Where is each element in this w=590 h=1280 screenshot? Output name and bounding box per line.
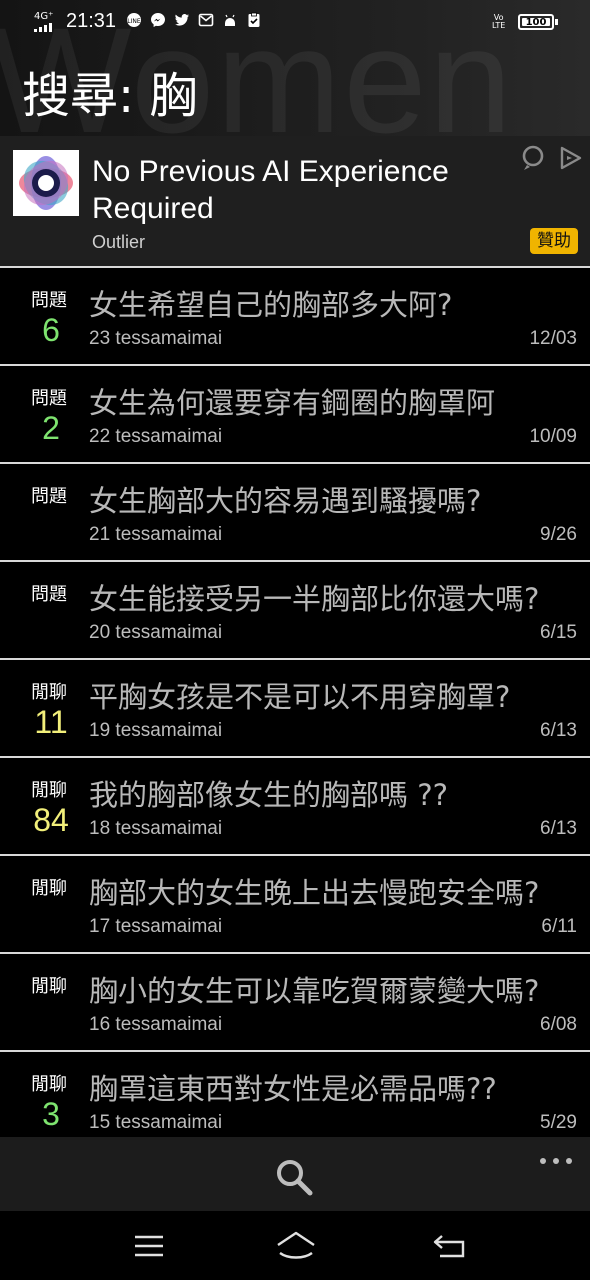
post-meta: 18 tessamaimai <box>89 818 223 839</box>
android-icon <box>222 12 238 33</box>
post-type: 問題 <box>31 584 67 605</box>
post-date: 6/11 <box>541 916 577 937</box>
list-item[interactable]: 問題 6 女生希望自己的胸部多大阿? 23 tessamaimai 12/03 <box>0 268 590 366</box>
network-type: 4G⁺ <box>34 11 54 22</box>
list-item[interactable]: 閒聊 84 我的胸部像女生的胸部嗎 ?? 18 tessamaimai 6/13 <box>0 758 590 856</box>
list-item[interactable]: 閒聊 胸小的女生可以靠吃賀爾蒙變大嗎? 16 tessamaimai 6/08 <box>0 954 590 1052</box>
post-date: 5/29 <box>540 1112 577 1133</box>
ad-logo-icon[interactable] <box>13 150 79 216</box>
back-icon[interactable] <box>432 1231 468 1261</box>
clock: 21:31 <box>66 10 117 32</box>
post-date: 6/13 <box>540 818 577 839</box>
post-meta: 22 tessamaimai <box>89 426 223 447</box>
list-item[interactable]: 問題 女生能接受另一半胸部比你還大嗎? 20 tessamaimai 6/15 <box>0 562 590 660</box>
post-list: 問題 6 女生希望自己的胸部多大阿? 23 tessamaimai 12/03 … <box>0 268 590 1148</box>
post-meta: 23 tessamaimai <box>89 328 223 349</box>
twitter-icon <box>174 12 190 33</box>
post-date: 9/26 <box>540 524 577 545</box>
post-type: 閒聊 <box>31 780 67 801</box>
reply-count: 6 <box>42 312 60 348</box>
list-item[interactable]: 閒聊 3 胸罩這東西對女性是必需品嗎?? 15 tessamaimai 5/29 <box>0 1052 590 1148</box>
post-title[interactable]: 女生能接受另一半胸部比你還大嗎? <box>89 576 584 618</box>
page-title: 搜尋: 胸 <box>22 68 198 124</box>
post-title[interactable]: 胸部大的女生晚上出去慢跑安全嗎? <box>89 870 584 912</box>
post-date: 10/09 <box>529 426 577 447</box>
volte-indicator: Vo LTE <box>492 13 506 30</box>
post-date: 6/15 <box>540 622 577 643</box>
post-title[interactable]: 胸小的女生可以靠吃賀爾蒙變大嗎? <box>89 968 584 1010</box>
system-nav-bar <box>0 1211 590 1280</box>
messenger-icon <box>150 12 166 33</box>
post-date: 6/13 <box>540 720 577 741</box>
menu-icon[interactable] <box>132 1233 166 1259</box>
reply-count: 11 <box>34 704 68 740</box>
post-type: 閒聊 <box>31 878 67 899</box>
post-type: 問題 <box>31 486 67 507</box>
search-icon[interactable] <box>272 1155 316 1199</box>
home-icon[interactable] <box>275 1229 317 1263</box>
post-meta: 17 tessamaimai <box>89 916 223 937</box>
reply-count: 2 <box>42 410 60 446</box>
post-title[interactable]: 女生胸部大的容易遇到騷擾嗎? <box>89 478 584 520</box>
more-dots-icon[interactable] <box>538 1151 574 1164</box>
mail-icon <box>198 12 214 33</box>
reply-count: 84 <box>33 802 69 838</box>
line-icon: LINE <box>126 12 142 33</box>
post-meta: 16 tessamaimai <box>89 1014 223 1035</box>
post-type: 問題 <box>31 290 67 311</box>
post-meta: 21 tessamaimai <box>89 524 223 545</box>
battery-icon: 100 <box>518 14 554 30</box>
ad-info-icon[interactable] <box>520 144 548 172</box>
post-date: 12/03 <box>529 328 577 349</box>
ad-title[interactable]: No Previous AI Experience Required <box>92 153 512 227</box>
post-meta: 19 tessamaimai <box>89 720 223 741</box>
ad-source: Outlier <box>92 232 146 252</box>
battery-tip <box>555 19 558 25</box>
svg-text:LINE: LINE <box>127 18 141 25</box>
list-item[interactable]: 問題 2 女生為何還要穿有鋼圈的胸罩阿 22 tessamaimai 10/09 <box>0 366 590 464</box>
list-item[interactable]: 閒聊 11 平胸女孩是不是可以不用穿胸罩? 19 tessamaimai 6/1… <box>0 660 590 758</box>
post-date: 6/08 <box>540 1014 577 1035</box>
list-item[interactable]: 閒聊 胸部大的女生晚上出去慢跑安全嗎? 17 tessamaimai 6/11 <box>0 856 590 954</box>
post-title[interactable]: 女生希望自己的胸部多大阿? <box>89 282 584 324</box>
post-title[interactable]: 我的胸部像女生的胸部嗎 ?? <box>89 772 584 814</box>
ad-choices-icon[interactable] <box>556 144 584 172</box>
post-type: 閒聊 <box>31 976 67 997</box>
signal-icon <box>34 22 52 32</box>
post-type: 問題 <box>31 388 67 409</box>
post-meta: 15 tessamaimai <box>89 1112 223 1133</box>
notification-icons: LINE <box>126 12 262 33</box>
post-meta: 20 tessamaimai <box>89 622 223 643</box>
post-title[interactable]: 女生為何還要穿有鋼圈的胸罩阿 <box>89 380 584 422</box>
post-type: 閒聊 <box>31 1074 67 1095</box>
battery-percent: 100 <box>525 16 547 28</box>
list-item[interactable]: 問題 女生胸部大的容易遇到騷擾嗎? 21 tessamaimai 9/26 <box>0 464 590 562</box>
status-bar: 4G⁺ 21:31 LINE Vo LTE 100 <box>0 0 590 44</box>
post-title[interactable]: 平胸女孩是不是可以不用穿胸罩? <box>89 674 584 716</box>
post-type: 閒聊 <box>31 682 67 703</box>
post-title[interactable]: 胸罩這東西對女性是必需品嗎?? <box>89 1066 584 1108</box>
sponsored-badge: 贊助 <box>530 228 578 254</box>
bottom-toolbar <box>0 1137 590 1211</box>
sponsored-ad[interactable]: No Previous AI Experience Required Outli… <box>0 136 590 268</box>
clipboard-check-icon <box>246 12 262 33</box>
reply-count: 3 <box>42 1096 60 1132</box>
